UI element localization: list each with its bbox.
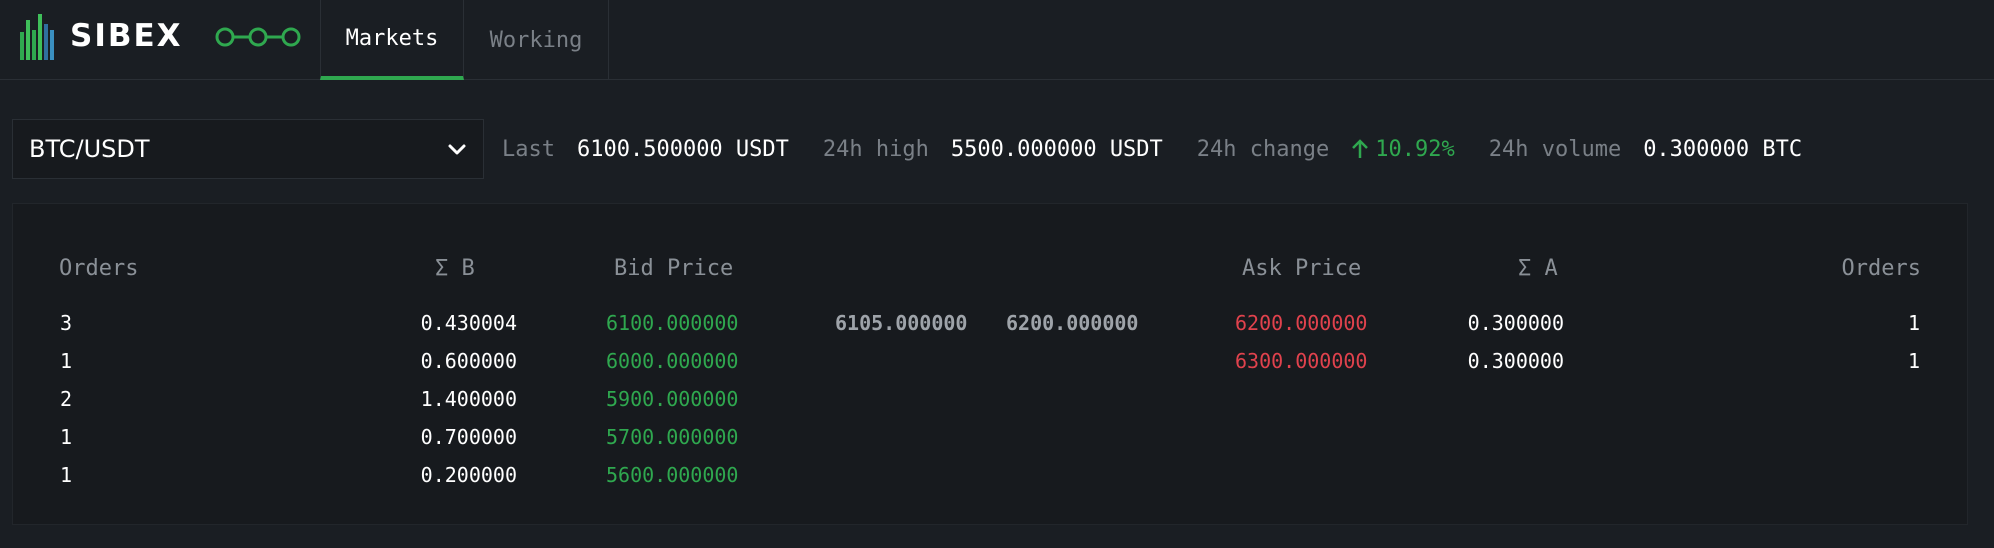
header-bid-price: Bid Price [614, 256, 734, 281]
bid-orders: 3 [60, 311, 73, 335]
volume-24h-label: 24h volume [1488, 136, 1622, 162]
pair-select[interactable]: BTC/USDT [12, 119, 484, 179]
bid-orders: 1 [60, 349, 73, 373]
tab-markets[interactable]: Markets [320, 0, 464, 80]
ask-orders: 1 [1907, 311, 1920, 335]
tab-working[interactable]: Working [464, 0, 609, 80]
arrow-up-icon [1352, 139, 1369, 158]
mid-price: 6200.000000 [1006, 311, 1139, 335]
volume-24h-value: 0.300000 BTC [1643, 136, 1803, 162]
chain-link-icon[interactable] [215, 24, 301, 50]
tab-markets-label: Markets [345, 25, 439, 51]
top-navigation: SIBEX Markets Working [0, 0, 1994, 80]
chevron-down-icon [448, 144, 466, 155]
header-bid-orders: Orders [59, 256, 139, 281]
header-ask-price: Ask Price [1242, 256, 1362, 281]
header-sum-bid: Σ B [435, 256, 475, 281]
bid-price: 5900.000000 [606, 387, 739, 411]
ask-sum: 0.300000 [1467, 311, 1564, 335]
change-24h-indicator: 10.92% [1351, 136, 1455, 162]
bid-sum: 0.430004 [420, 311, 517, 335]
ask-orders: 1 [1907, 349, 1920, 373]
header-ask-orders: Orders [1841, 256, 1921, 281]
bid-price: 6000.000000 [606, 349, 739, 373]
change-24h-label: 24h change [1196, 136, 1330, 162]
bid-sum: 0.200000 [420, 463, 517, 487]
high-24h-label: 24h high [822, 136, 929, 162]
bid-sum: 1.400000 [420, 387, 517, 411]
bid-price: 5600.000000 [606, 463, 739, 487]
bid-orders: 1 [60, 463, 73, 487]
bid-price: 5700.000000 [606, 425, 739, 449]
ask-sum: 0.300000 [1467, 349, 1564, 373]
pair-select-value: BTC/USDT [29, 135, 150, 163]
bid-orders: 1 [60, 425, 73, 449]
ask-price: 6300.000000 [1235, 349, 1368, 373]
last-price-value: 6100.500000 USDT [576, 136, 789, 162]
ask-price: 6200.000000 [1235, 311, 1368, 335]
brand-name: SIBEX [70, 18, 183, 54]
tab-working-label: Working [489, 27, 583, 53]
brand-logo[interactable]: SIBEX [20, 12, 183, 60]
header-sum-ask: Σ A [1518, 256, 1558, 281]
high-24h-value: 5500.000000 USDT [950, 136, 1163, 162]
change-24h-value: 10.92% [1375, 136, 1455, 162]
bid-sum: 0.700000 [420, 425, 517, 449]
logo-bars-icon [20, 12, 58, 60]
market-stats: Last 6100.500000 USDT 24h high 5500.0000… [502, 130, 1836, 168]
bid-sum: 0.600000 [420, 349, 517, 373]
mid-price: 6105.000000 [835, 311, 968, 335]
bid-price: 6100.000000 [606, 311, 739, 335]
last-price-label: Last [502, 136, 555, 162]
bid-orders: 2 [60, 387, 73, 411]
order-book: Orders Σ B Bid Price Ask Price Σ A Order… [12, 203, 1968, 525]
